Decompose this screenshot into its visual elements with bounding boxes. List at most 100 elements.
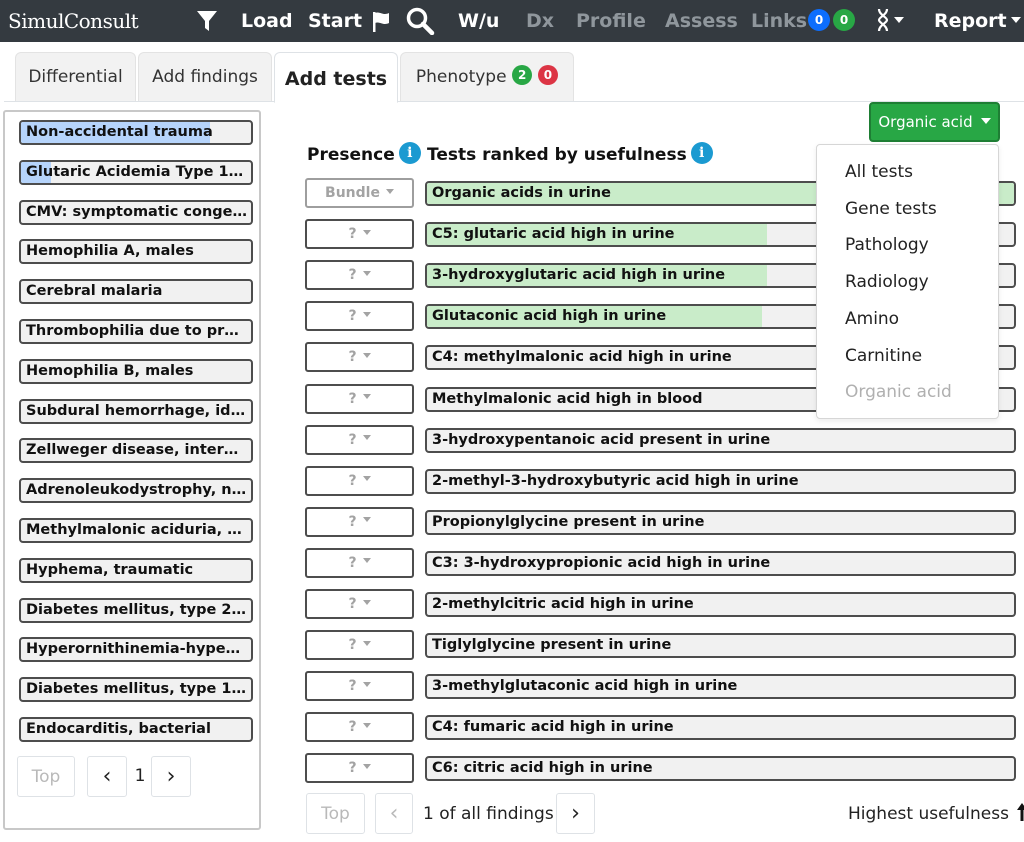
differential-item-label: Diabetes mellitus, type 1, i... <box>26 681 247 698</box>
test-row[interactable]: 3-methylglutaconic acid high in urine <box>425 674 1016 700</box>
sort-toggle[interactable]: Highest usefulness <box>848 803 1024 824</box>
info-icon[interactable]: i <box>398 142 421 164</box>
test-row[interactable]: Propionylglycine present in urine <box>425 509 1016 535</box>
tab-add-findings[interactable]: Add findings <box>138 52 272 101</box>
dropdown-option[interactable]: Gene tests <box>845 199 937 219</box>
differential-item[interactable]: Thrombophilia due to prot... <box>19 319 253 344</box>
chevron-down-icon <box>362 352 371 358</box>
test-row[interactable]: 3-hydroxypentanoic acid present in urine <box>425 427 1016 453</box>
dropdown-option[interactable]: Amino <box>845 309 899 329</box>
dropdown-option[interactable]: Carnitine <box>845 346 922 366</box>
dx-top-button[interactable]: Top <box>17 756 75 797</box>
tab-add-tests[interactable]: Add tests <box>274 52 398 103</box>
dx-next-button[interactable]: › <box>151 756 191 797</box>
tests-top-button[interactable]: Top <box>306 793 365 834</box>
test-row[interactable]: C4: fumaric acid high in urine <box>425 715 1016 741</box>
test-row[interactable]: 2-methyl-3-hydroxybutyric acid high in u… <box>425 468 1016 494</box>
presence-value: ? <box>348 349 357 366</box>
profile-button[interactable]: Profile <box>576 0 646 42</box>
differential-item-label: Hyperornithinemia-hypera... <box>26 641 247 658</box>
differential-item[interactable]: Diabetes mellitus, type 1, i... <box>19 677 253 703</box>
dx-prev-button[interactable]: ‹ <box>87 756 127 797</box>
chevron-down-icon <box>894 16 904 23</box>
differential-panel: Non-accidental trauma Glutaric Acidemia T… <box>3 110 261 830</box>
differential-item-label: Hemophilia B, males <box>26 362 194 379</box>
presence-select[interactable]: ? <box>305 301 414 332</box>
flag-icon[interactable] <box>371 11 391 33</box>
differential-item[interactable]: Methylmalonic aciduria, ho... <box>19 518 253 543</box>
tab-phenotype[interactable]: Phenotype 2 0 <box>400 52 574 101</box>
presence-select[interactable]: ? <box>305 260 414 291</box>
differential-item[interactable]: Non-accidental trauma <box>19 120 253 145</box>
dna-menu[interactable] <box>876 0 904 42</box>
bundle-select[interactable]: Bundle <box>305 178 414 208</box>
links-button[interactable]: Links 0 0 <box>751 0 856 42</box>
differential-item-label: CMV: symptomatic congen... <box>26 203 247 220</box>
tab-differential[interactable]: Differential <box>15 52 136 101</box>
test-row[interactable]: C3: 3-hydroxypropionic acid high in urin… <box>425 550 1016 576</box>
test-row-label: Organic acids in urine <box>432 185 611 201</box>
differential-item[interactable]: Endocarditis, bacterial <box>19 717 253 742</box>
test-row-label: 3-hydroxyglutaric acid high in urine <box>432 267 726 284</box>
presence-select[interactable]: ? <box>305 630 414 661</box>
presence-value: ? <box>348 637 357 654</box>
presence-select[interactable]: ? <box>305 465 414 496</box>
report-menu[interactable]: Report <box>934 0 1021 42</box>
differential-item[interactable]: Hyphema, traumatic <box>19 557 253 583</box>
test-category-dropdown-button[interactable]: Organic acid <box>869 102 1000 142</box>
differential-item[interactable]: Hemophilia A, males <box>19 239 253 265</box>
report-label: Report <box>934 10 1007 32</box>
chevron-down-icon <box>362 270 371 276</box>
test-row[interactable]: 2-methylcitric acid high in urine <box>425 592 1016 617</box>
search-icon[interactable] <box>405 7 435 35</box>
chevron-down-icon <box>362 476 371 482</box>
dropdown-option[interactable]: Radiology <box>845 272 929 292</box>
test-row[interactable]: Tiglylglycine present in urine <box>425 633 1016 659</box>
presence-select[interactable]: ? <box>305 342 414 373</box>
differential-item-label: Glutaric Acidemia Type 1, i... <box>26 163 247 180</box>
differential-item[interactable]: Adrenoleukodystrophy, ne... <box>19 478 253 504</box>
presence-value: ? <box>348 760 357 777</box>
differential-item[interactable]: Hyperornithinemia-hypera... <box>19 637 253 663</box>
differential-item[interactable]: CMV: symptomatic congen... <box>19 199 253 225</box>
presence-value: ? <box>348 554 357 571</box>
phenotype-badge-red: 0 <box>537 65 559 85</box>
presence-select[interactable]: ? <box>305 506 414 537</box>
differential-item[interactable]: Cerebral malaria <box>19 279 253 305</box>
differential-item[interactable]: Diabetes mellitus, type 2, i... <box>19 597 253 623</box>
phenotype-badge-green: 2 <box>511 65 533 85</box>
differential-item-label: Diabetes mellitus, type 2, i... <box>26 601 247 618</box>
tests-next-button[interactable]: › <box>556 793 595 834</box>
dropdown-option[interactable]: Pathology <box>845 235 929 255</box>
differential-item[interactable]: Subdural hemorrhage, idio... <box>19 398 253 424</box>
start-button[interactable]: Start <box>308 0 362 42</box>
tab-label: Differential <box>28 67 123 87</box>
brand-logo[interactable]: SimulConsult <box>8 0 139 42</box>
differential-item-label: Subdural hemorrhage, idio... <box>26 402 247 419</box>
test-row-label: 2-methyl-3-hydroxybutyric acid high in u… <box>432 472 799 489</box>
load-button[interactable]: Load <box>241 0 293 42</box>
differential-item[interactable]: Glutaric Acidemia Type 1, i... <box>19 159 253 185</box>
presence-select[interactable]: ? <box>305 383 414 414</box>
presence-select[interactable]: ? <box>305 219 414 250</box>
dx-button[interactable]: Dx <box>526 0 554 42</box>
filter-icon[interactable] <box>196 9 218 33</box>
presence-select[interactable]: ? <box>305 753 414 784</box>
info-icon[interactable]: i <box>690 142 713 164</box>
dropdown-option[interactable]: All tests <box>845 162 913 182</box>
differential-item-label: Hemophilia A, males <box>26 243 194 260</box>
differential-item[interactable]: Hemophilia B, males <box>19 358 253 384</box>
chevron-down-icon <box>362 763 371 769</box>
wu-button[interactable]: W/u <box>458 0 499 42</box>
presence-select[interactable]: ? <box>305 547 414 578</box>
presence-select[interactable]: ? <box>305 589 414 619</box>
differential-item-label: Endocarditis, bacterial <box>26 721 211 737</box>
assess-button[interactable]: Assess <box>665 0 738 42</box>
tests-prev-button[interactable]: ‹ <box>375 793 413 834</box>
test-row[interactable]: C6: citric acid high in urine <box>425 756 1016 782</box>
presence-select[interactable]: ? <box>305 424 414 455</box>
presence-select[interactable]: ? <box>305 671 414 702</box>
differential-item[interactable]: Zellweger disease, interme... <box>19 438 253 464</box>
presence-select[interactable]: ? <box>305 712 414 743</box>
chevron-down-icon <box>362 229 371 235</box>
